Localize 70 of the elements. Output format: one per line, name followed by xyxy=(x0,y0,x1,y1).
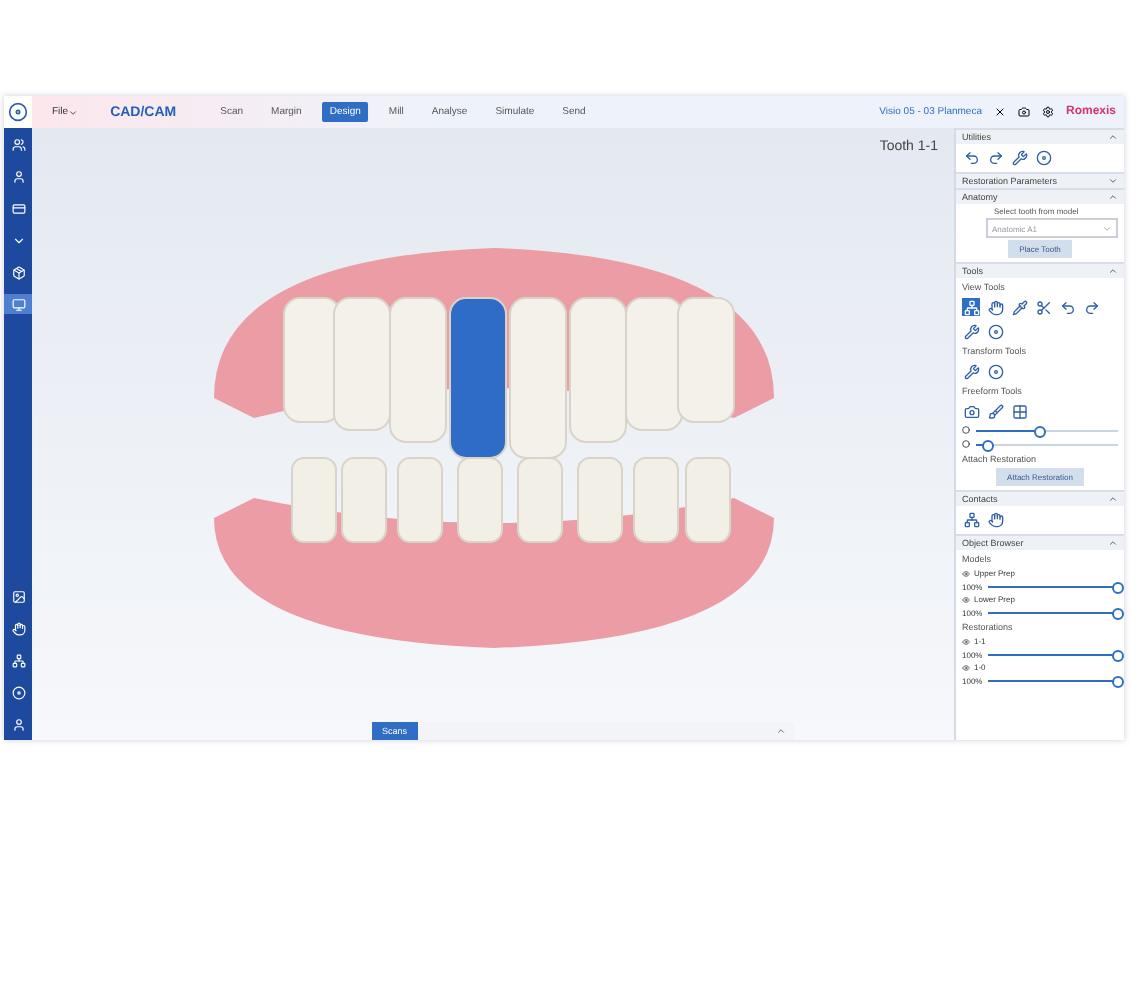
eye-icon[interactable] xyxy=(962,637,970,645)
close-icon[interactable] xyxy=(993,106,1006,118)
tool-button[interactable] xyxy=(1082,298,1100,316)
tool-button[interactable] xyxy=(962,298,980,316)
settings-icon[interactable] xyxy=(1041,106,1054,118)
slider-thumb[interactable] xyxy=(1112,649,1124,661)
eye-icon[interactable] xyxy=(962,663,970,671)
caret-icon xyxy=(1108,266,1118,276)
camera-icon[interactable] xyxy=(1017,106,1030,118)
sidebar-icon xyxy=(11,717,25,731)
tool-button[interactable] xyxy=(962,322,980,340)
tool-icon xyxy=(987,149,1003,165)
tool-button[interactable] xyxy=(962,510,980,528)
tool-button[interactable] xyxy=(986,322,1004,340)
tool-icon xyxy=(963,299,979,315)
tool-button[interactable] xyxy=(1010,402,1028,420)
tool-icon xyxy=(1011,299,1027,315)
sidebar-icon xyxy=(11,589,25,603)
tool-icon xyxy=(987,363,1003,379)
tool-button[interactable] xyxy=(986,402,1004,420)
tool-icon xyxy=(1059,299,1075,315)
slider-thumb[interactable] xyxy=(1033,425,1046,437)
tool-button[interactable] xyxy=(986,362,1004,380)
tool-icon xyxy=(963,149,979,165)
tool-button[interactable] xyxy=(986,298,1004,316)
sidebar-icon xyxy=(11,265,25,279)
slider-thumb[interactable] xyxy=(1112,607,1124,619)
sidebar-icon xyxy=(11,297,25,311)
tool-icon xyxy=(1011,149,1027,165)
chevron-down-icon xyxy=(68,107,79,117)
tool-button[interactable] xyxy=(1034,148,1052,166)
tool-icon xyxy=(987,511,1003,527)
sidebar-icon xyxy=(11,233,25,247)
tool-button[interactable] xyxy=(1058,298,1076,316)
tool-button[interactable] xyxy=(986,148,1004,166)
caret-icon[interactable] xyxy=(776,726,786,736)
sidebar-icon xyxy=(11,201,25,215)
eye-icon[interactable] xyxy=(962,595,970,603)
slider-thumb[interactable] xyxy=(981,439,994,451)
tool-icon xyxy=(963,363,979,379)
chevron-down-icon xyxy=(1102,223,1112,233)
tool-button[interactable] xyxy=(986,510,1004,528)
sidebar-icon xyxy=(11,653,25,667)
tool-icon xyxy=(963,511,979,527)
slider-thumb[interactable] xyxy=(1112,675,1124,687)
sidebar-icon xyxy=(11,137,25,151)
tool-icon xyxy=(987,403,1003,419)
caret-icon xyxy=(1108,132,1118,142)
tool-icon xyxy=(987,299,1003,315)
tool-button[interactable] xyxy=(962,362,980,380)
slider-thumb[interactable] xyxy=(1112,581,1124,593)
tool-button[interactable] xyxy=(962,148,980,166)
tool-icon xyxy=(963,323,979,339)
caret-icon xyxy=(1108,494,1118,504)
app-logo-icon xyxy=(4,96,32,128)
tool-icon xyxy=(987,323,1003,339)
tool-button[interactable] xyxy=(1010,148,1028,166)
tool-button[interactable] xyxy=(962,402,980,420)
tool-button[interactable] xyxy=(1034,298,1052,316)
tool-icon xyxy=(1035,149,1051,165)
tool-icon xyxy=(1011,403,1027,419)
caret-icon xyxy=(1108,538,1118,548)
tool-icon xyxy=(963,403,979,419)
sidebar-icon xyxy=(11,169,25,183)
tool-button[interactable] xyxy=(1010,298,1028,316)
tool-icon xyxy=(1083,299,1099,315)
eye-icon[interactable] xyxy=(962,569,970,577)
tool-icon xyxy=(1035,299,1051,315)
sidebar-icon xyxy=(11,685,25,699)
sidebar-icon xyxy=(11,621,25,635)
